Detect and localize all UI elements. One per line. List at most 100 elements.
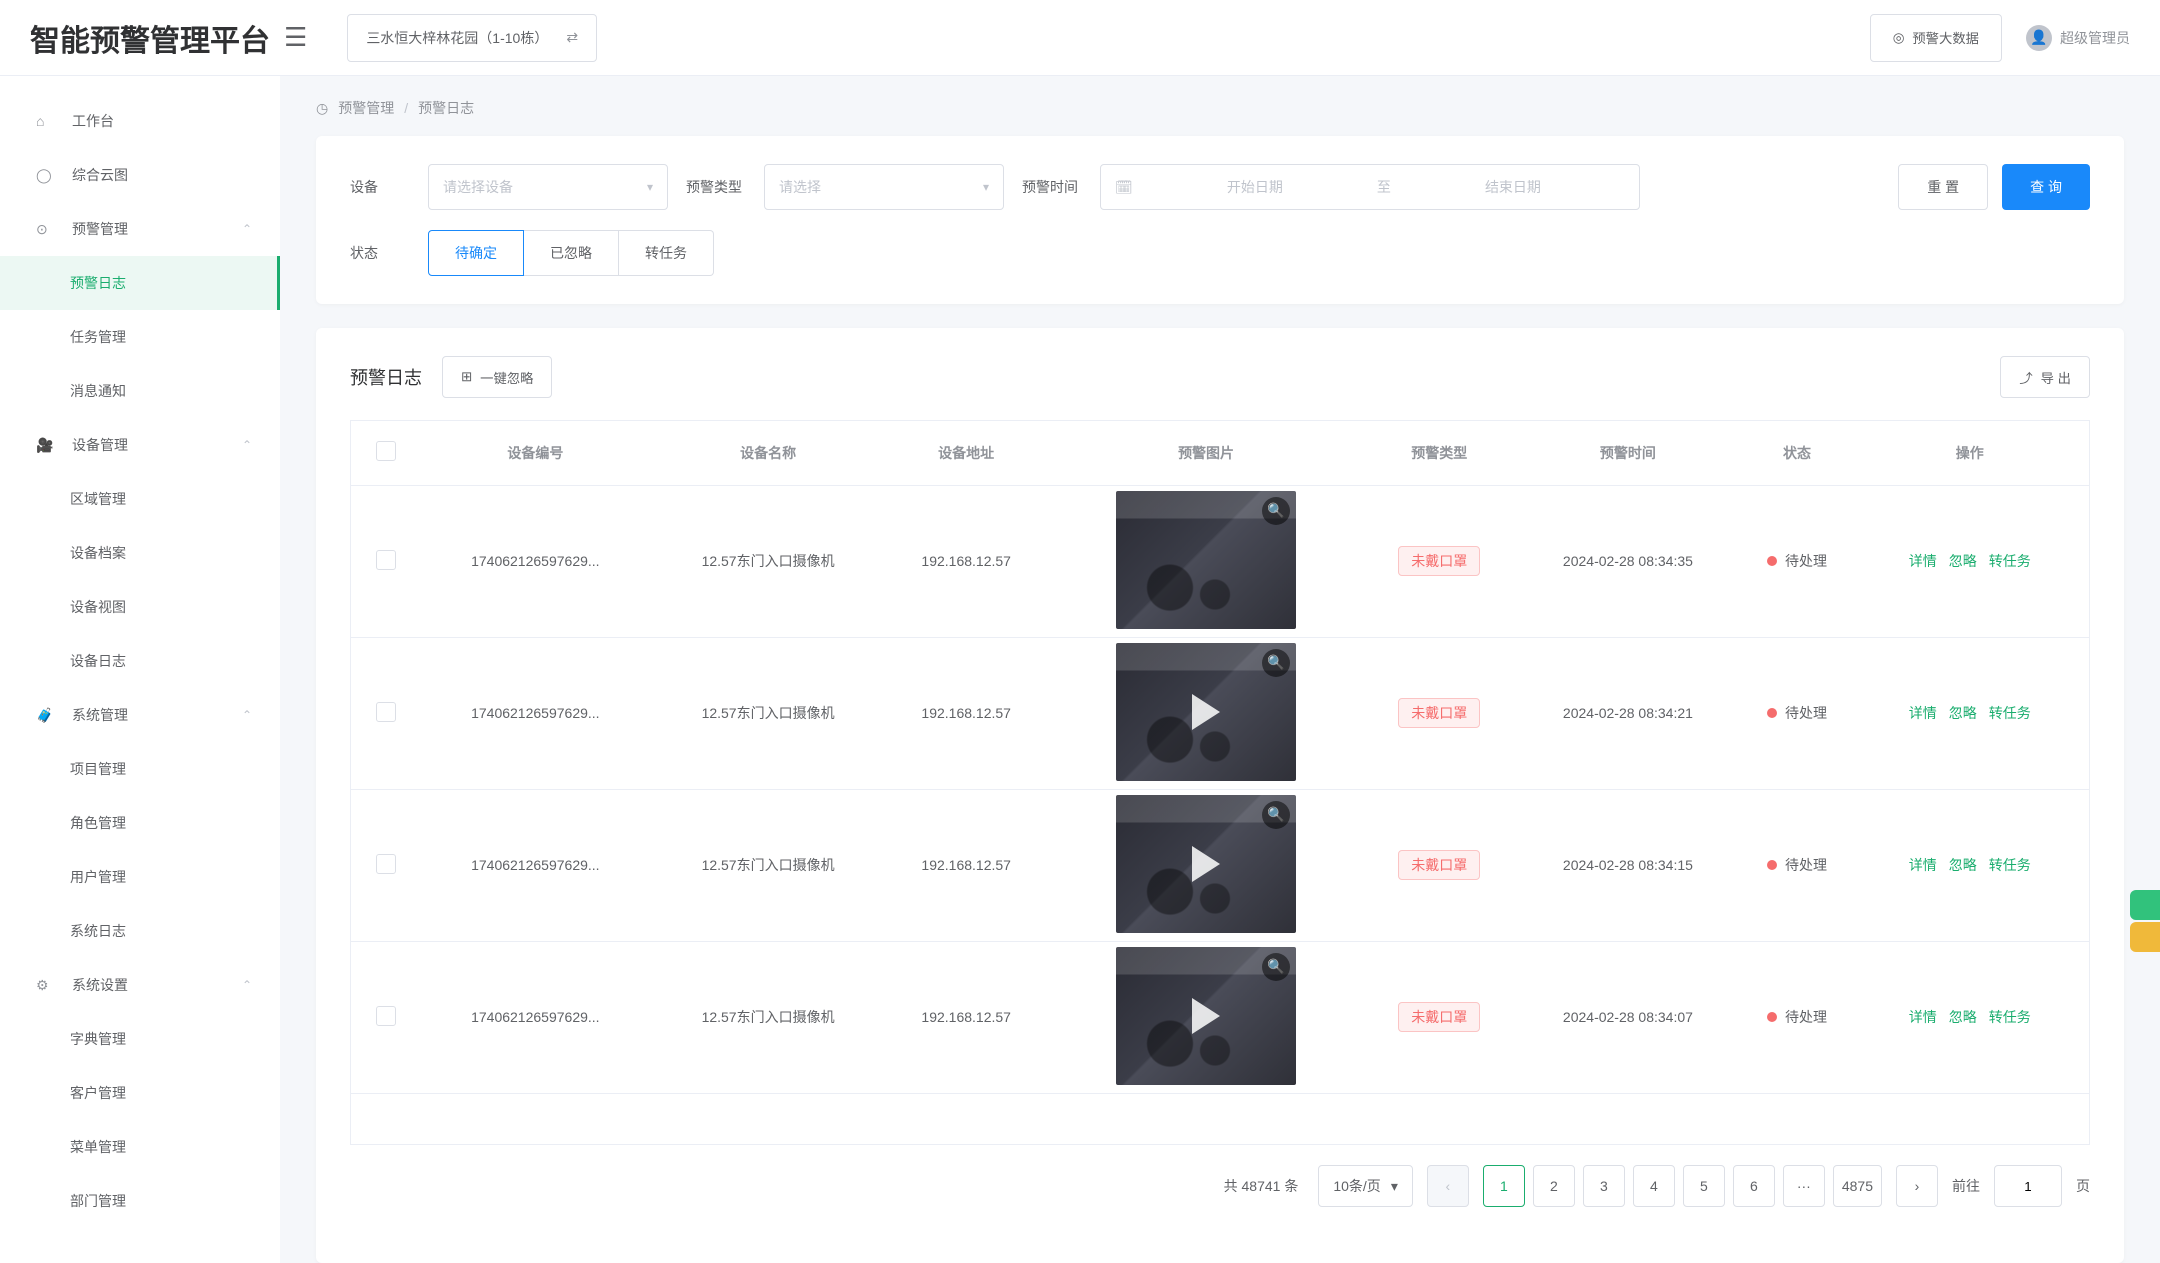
sidebar-item[interactable]: 部门管理 [0,1174,280,1228]
zoom-icon[interactable]: 🔍 [1262,953,1290,981]
page-button[interactable]: 4 [1633,1165,1675,1207]
cloud-icon: ◯ [36,167,58,184]
page-button[interactable]: 6 [1733,1165,1775,1207]
cell-addr: 192.168.12.57 [887,485,1046,637]
page-button[interactable]: 2 [1533,1165,1575,1207]
cell-time: 2024-02-28 08:34:21 [1512,637,1743,789]
zoom-icon[interactable]: 🔍 [1262,649,1290,677]
float-widget[interactable] [2130,890,2160,954]
sidebar-item[interactable]: 字典管理 [0,1012,280,1066]
detail-link[interactable]: 详情 [1909,857,1937,873]
batch-ignore-button[interactable]: ⊞ 一键忽略 [442,356,552,398]
task-link[interactable]: 转任务 [1989,857,2031,873]
page-button[interactable]: 3 [1583,1165,1625,1207]
task-link[interactable]: 转任务 [1989,1009,2031,1025]
org-selector[interactable]: 三水恒大梓林花园（1-10栋） ⇄ [347,14,597,62]
alert-thumbnail[interactable]: 🔍 [1116,643,1296,781]
sidebar-item[interactable]: 设备视图 [0,580,280,634]
crumb-parent[interactable]: 预警管理 [338,98,394,118]
sidebar-item[interactable]: ◯综合云图 [0,148,280,202]
sidebar-item[interactable]: 设备档案 [0,526,280,580]
ignore-link[interactable]: 忽略 [1949,1009,1977,1025]
play-icon[interactable] [1192,694,1220,730]
table-row: 174062126597629...12.57东门入口摄像机192.168.12… [351,637,2089,789]
sidebar-item[interactable]: 客户管理 [0,1066,280,1120]
status-option[interactable]: 转任务 [619,230,714,276]
query-button[interactable]: 查 询 [2002,164,2090,210]
sidebar-item[interactable]: 菜单管理 [0,1120,280,1174]
page-button[interactable]: 5 [1683,1165,1725,1207]
float-orange[interactable] [2130,922,2160,952]
col-header: 操作 [1850,421,2089,485]
status-cell: 待处理 [1767,855,1827,875]
alert-type-tag: 未戴口罩 [1398,546,1480,576]
detail-link[interactable]: 详情 [1909,705,1937,721]
menu-toggle-icon[interactable]: ☰ [284,22,307,53]
chevron-icon: ⌃ [242,978,252,992]
alert-thumbnail[interactable]: 🔍 [1116,947,1296,1085]
status-option[interactable]: 已忽略 [524,230,619,276]
sidebar-item[interactable]: 项目管理 [0,742,280,796]
sidebar-item[interactable]: 区域管理 [0,472,280,526]
sidebar-label: 部门管理 [70,1191,126,1211]
bigdata-button[interactable]: ◎ 预警大数据 [1870,14,2002,62]
cell-id: 174062126597629... [421,789,650,941]
row-checkbox[interactable] [376,854,396,874]
col-header: 状态 [1744,421,1851,485]
table-scroll[interactable]: 设备编号设备名称设备地址预警图片预警类型预警时间状态操作 17406212659… [350,420,2090,1145]
cell-ops: 详情忽略转任务 [1850,789,2089,941]
sidebar-item[interactable]: 角色管理 [0,796,280,850]
sidebar-item[interactable]: 任务管理 [0,310,280,364]
sidebar-item[interactable]: 系统日志 [0,904,280,958]
sidebar-item[interactable]: 预警日志 [0,256,280,310]
ignore-link[interactable]: 忽略 [1949,705,1977,721]
page-size-value: 10条/页 [1333,1176,1380,1196]
sidebar-item[interactable]: 设备日志 [0,634,280,688]
ignore-link[interactable]: 忽略 [1949,553,1977,569]
detail-link[interactable]: 详情 [1909,553,1937,569]
sidebar-item[interactable]: 🎥设备管理⌃ [0,418,280,472]
sidebar-label: 区域管理 [70,489,126,509]
page-button[interactable]: 4875 [1833,1165,1882,1207]
sidebar-item[interactable]: 用户管理 [0,850,280,904]
row-checkbox[interactable] [376,1006,396,1026]
sidebar-item[interactable]: 消息通知 [0,364,280,418]
next-page-button[interactable]: › [1896,1165,1938,1207]
task-link[interactable]: 转任务 [1989,553,2031,569]
page-size-select[interactable]: 10条/页 ▾ [1318,1165,1413,1207]
alert-thumbnail[interactable]: 🔍 [1116,795,1296,933]
prev-page-button[interactable]: ‹ [1427,1165,1469,1207]
detail-link[interactable]: 详情 [1909,1009,1937,1025]
user-menu[interactable]: 👤 超级管理员 [2026,25,2130,51]
alert-thumbnail[interactable]: 🔍 [1116,491,1296,629]
zoom-icon[interactable]: 🔍 [1262,801,1290,829]
sidebar-item[interactable]: ⊙预警管理⌃ [0,202,280,256]
float-green[interactable] [2130,890,2160,920]
type-select[interactable]: 请选择 ▾ [764,164,1004,210]
goto-input[interactable] [1994,1165,2062,1207]
date-range[interactable]: 🗓 开始日期 至 结束日期 [1100,164,1640,210]
select-all-checkbox[interactable] [376,441,396,461]
col-header: 设备编号 [421,421,650,485]
task-link[interactable]: 转任务 [1989,705,2031,721]
sidebar-item[interactable]: 🧳系统管理⌃ [0,688,280,742]
page-button[interactable]: 1 [1483,1165,1525,1207]
row-checkbox[interactable] [376,550,396,570]
device-select[interactable]: 请选择设备 ▾ [428,164,668,210]
sidebar-item[interactable]: ⌂工作台 [0,94,280,148]
export-label: 导 出 [2041,368,2071,387]
export-button[interactable]: ⤴ 导 出 [2000,356,2090,398]
sidebar-label: 任务管理 [70,327,126,347]
reset-button[interactable]: 重 置 [1898,164,1988,210]
row-checkbox[interactable] [376,702,396,722]
upload-icon: ⤴ [2019,368,2032,387]
cell-ops: 详情忽略转任务 [1850,637,2089,789]
col-header: 预警图片 [1046,421,1366,485]
status-option[interactable]: 待确定 [428,230,524,276]
play-icon[interactable] [1192,846,1220,882]
ignore-link[interactable]: 忽略 [1949,857,1977,873]
table-row: 174062126597629...12.57东门入口摄像机192.168.12… [351,941,2089,1093]
zoom-icon[interactable]: 🔍 [1262,497,1290,525]
sidebar-item[interactable]: ⚙系统设置⌃ [0,958,280,1012]
play-icon[interactable] [1192,998,1220,1034]
